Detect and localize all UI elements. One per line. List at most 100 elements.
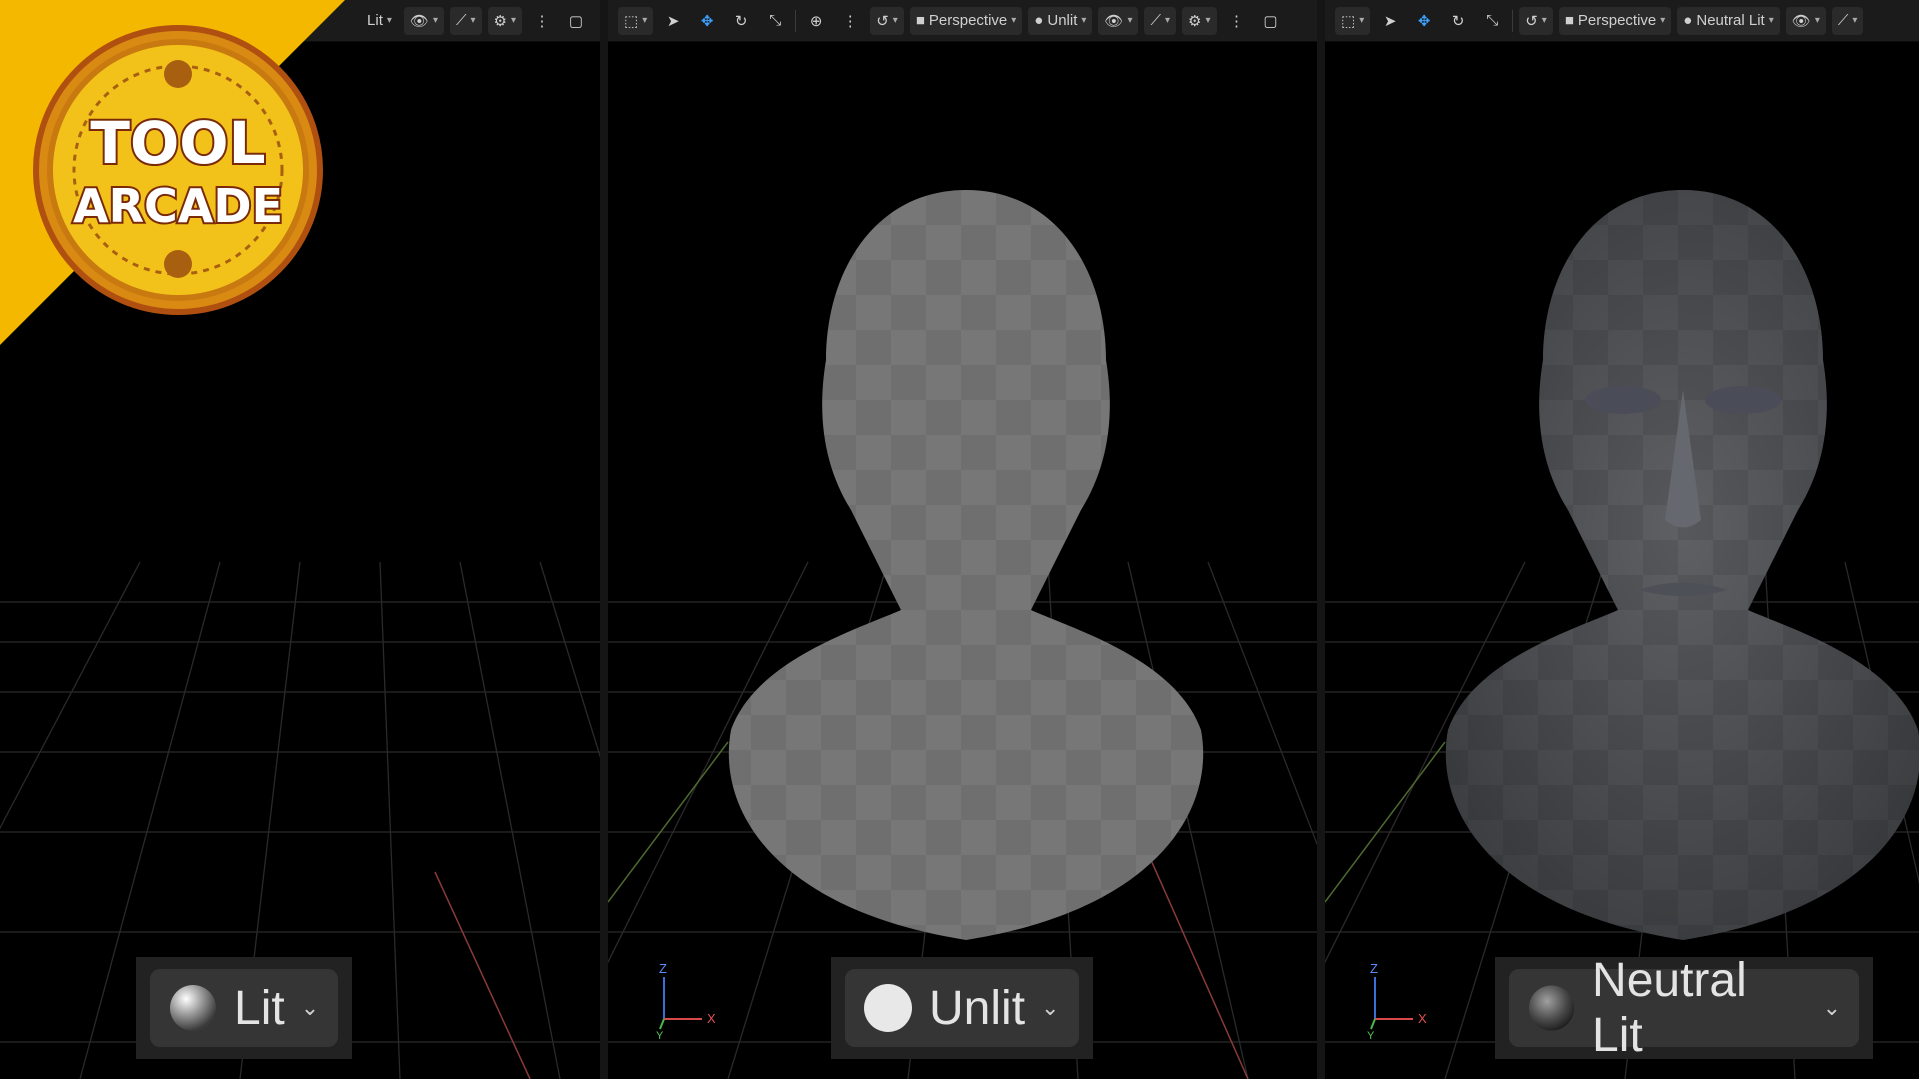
gear-icon: ⚙ — [493, 12, 507, 30]
shading-mode-dropdown-large[interactable]: Neutral Lit ⌄ — [1509, 954, 1859, 1062]
chevron-down-icon: ▾ — [642, 15, 648, 26]
chevron-down-icon: ▾ — [892, 15, 898, 26]
unlit-circle-icon: ● — [1034, 12, 1044, 29]
gear-icon: ⚙ — [1188, 12, 1202, 30]
rotate-tool-button[interactable]: ↻ — [1444, 7, 1472, 35]
shading-mode-label: Unlit — [1047, 12, 1078, 29]
axis-x-label: X — [1418, 1011, 1427, 1026]
viewport-toolbar: ⬚ ▾ ➤ ✥ ↻ ⤡ ↺ ▾ ■ Perspective ▾ ● Neutral Lit… — [1325, 0, 1919, 42]
snap-icon: ⟋ — [1150, 12, 1161, 29]
rotate-icon: ↻ — [1451, 12, 1465, 30]
viewport-neutral-lit[interactable]: ⬚ ▾ ➤ ✥ ↻ ⤡ ↺ ▾ ■ Perspective ▾ ● Neutral Lit… — [1325, 0, 1919, 1079]
eye-icon: 👁︎ — [1104, 12, 1124, 30]
view-mode-label: Perspective — [1577, 12, 1657, 29]
more-transform-button[interactable]: ⋮ — [836, 7, 864, 35]
viewport-toolbar: ⬚ ▾ ➤ ✥ ↻ ⤡ ⊕ ⋮ ↺ ▾ ■ Perspective ▾ ● Unlit ▾ … — [608, 0, 1317, 42]
head-mesh-neutral-lit — [1445, 190, 1919, 940]
shading-mode-label: Neutral Lit — [1696, 12, 1765, 29]
select-tool-button[interactable]: ➤ — [659, 7, 687, 35]
unlit-circle-icon — [864, 984, 912, 1032]
perspective-dropdown[interactable]: ■ Perspective ▾ — [909, 6, 1023, 35]
shading-mode-dropdown-large[interactable]: Unlit ⌄ — [845, 969, 1079, 1047]
select-tool-button[interactable]: ➤ — [1376, 7, 1404, 35]
scale-tool-button[interactable]: ⤡ — [1478, 7, 1506, 35]
shading-mode-label: Neutral Lit — [1592, 954, 1747, 1062]
select-mode-button[interactable]: ⬚ ▾ — [1335, 6, 1371, 35]
eye-icon: 👁︎ — [1791, 12, 1811, 30]
head-mesh-unlit — [728, 190, 1204, 940]
kebab-menu-icon: ⋮ — [534, 12, 550, 30]
move-icon: ✥ — [700, 12, 714, 30]
chevron-down-icon: ▾ — [1541, 15, 1547, 26]
viewport-unlit[interactable]: ⬚ ▾ ➤ ✥ ↻ ⤡ ⊕ ⋮ ↺ ▾ ■ Perspective ▾ ● Unlit ▾ … — [608, 0, 1317, 1079]
shading-mode-label: Lit — [367, 12, 383, 29]
camera-icon: ■ — [1564, 12, 1574, 29]
translate-tool-button[interactable]: ✥ — [1410, 7, 1438, 35]
settings-button[interactable]: ⚙ ▾ — [1182, 6, 1217, 35]
chevron-down-icon: ⌄ — [300, 995, 320, 1020]
tool-arcade-logo: TOOL ARCADE — [0, 0, 345, 345]
show-flags-button[interactable]: 👁︎ ▾ — [1098, 6, 1139, 35]
more-options-button[interactable]: ⋮ — [528, 7, 556, 35]
scale-tool-button[interactable]: ⤡ — [761, 7, 789, 35]
shading-mode-dropdown[interactable]: ● Unlit ▾ — [1028, 6, 1093, 35]
chevron-down-icon: ▾ — [1852, 15, 1858, 26]
maximize-icon: ▢ — [568, 12, 584, 30]
viewport-divider[interactable] — [600, 0, 608, 1079]
select-mode-button[interactable]: ⬚ ▾ — [618, 6, 654, 35]
camera-icon: ■ — [915, 12, 925, 29]
axis-gizmo: Z X Y — [1367, 961, 1427, 1039]
shading-mode-dropdown-large[interactable]: Lit ⌄ — [150, 969, 338, 1047]
more-options-button[interactable]: ⋮ — [1223, 7, 1251, 35]
rotate-tool-button[interactable]: ↻ — [727, 7, 755, 35]
maximize-viewport-button[interactable]: ▢ — [1257, 7, 1285, 35]
snap-settings-button[interactable]: ⟋ ▾ — [1831, 6, 1864, 35]
show-flags-button[interactable]: 👁︎ ▾ — [403, 6, 444, 35]
maximize-viewport-button[interactable]: ▢ — [562, 7, 590, 35]
axis-gizmo: Z X Y — [656, 961, 716, 1039]
chevron-down-icon: ⌄ — [1041, 995, 1060, 1020]
neutral-lit-sphere-icon: ● — [1683, 12, 1693, 29]
chevron-down-icon: ▾ — [1011, 15, 1017, 26]
eye-icon: 👁︎ — [409, 12, 429, 30]
rotation-snap-icon: ↺ — [1525, 12, 1538, 30]
chevron-down-icon: ▾ — [432, 15, 438, 26]
snap-settings-button[interactable]: ⟋ ▾ — [1144, 6, 1177, 35]
chevron-down-icon: ▾ — [1127, 15, 1133, 26]
axis-z-label: Z — [1370, 961, 1378, 976]
chevron-down-icon: ▾ — [510, 15, 516, 26]
chevron-down-icon: ⌄ — [1822, 995, 1841, 1020]
chevron-down-icon: ▾ — [1205, 15, 1211, 26]
shading-mode-panel: Unlit ⌄ — [831, 957, 1093, 1059]
rotate-icon: ↻ — [734, 12, 748, 30]
cursor-icon: ➤ — [666, 12, 680, 30]
rotation-snap-button[interactable]: ↺ ▾ — [1519, 6, 1553, 35]
select-mode-icon: ⬚ — [624, 12, 639, 30]
translate-tool-button[interactable]: ✥ — [693, 7, 721, 35]
world-space-button[interactable]: ⊕ — [802, 7, 830, 35]
shading-mode-panel: Lit ⌄ — [136, 957, 352, 1059]
rotation-snap-button[interactable]: ↺ ▾ — [870, 6, 904, 35]
scale-icon: ⤡ — [1486, 12, 1499, 29]
select-mode-icon: ⬚ — [1341, 12, 1356, 30]
chevron-down-icon: ▾ — [1768, 15, 1774, 26]
show-flags-button[interactable]: 👁︎ ▾ — [1785, 6, 1826, 35]
lit-sphere-icon — [170, 985, 216, 1031]
scale-icon: ⤡ — [769, 12, 782, 29]
viewport-divider[interactable] — [1317, 0, 1325, 1079]
perspective-dropdown[interactable]: ■ Perspective ▾ — [1558, 6, 1672, 35]
snap-settings-button[interactable]: ⟋ ▾ — [449, 6, 482, 35]
chevron-down-icon: ▾ — [1814, 15, 1820, 26]
kebab-menu-icon: ⋮ — [1229, 12, 1245, 30]
chevron-down-icon: ▾ — [386, 15, 392, 26]
shading-mode-dropdown[interactable]: Lit ▾ — [361, 7, 398, 35]
shading-mode-label: Unlit — [929, 981, 1026, 1035]
logo-text-line2: ARCADE — [73, 179, 283, 233]
cursor-icon: ➤ — [1383, 12, 1397, 30]
chevron-down-icon: ▾ — [1081, 15, 1087, 26]
shading-mode-dropdown[interactable]: ● Neutral Lit ▾ — [1677, 6, 1780, 35]
settings-button[interactable]: ⚙ ▾ — [487, 6, 522, 35]
chevron-down-icon: ▾ — [1359, 15, 1365, 26]
shading-mode-label: Lit — [234, 981, 285, 1035]
toolbar-separator — [1512, 9, 1514, 32]
